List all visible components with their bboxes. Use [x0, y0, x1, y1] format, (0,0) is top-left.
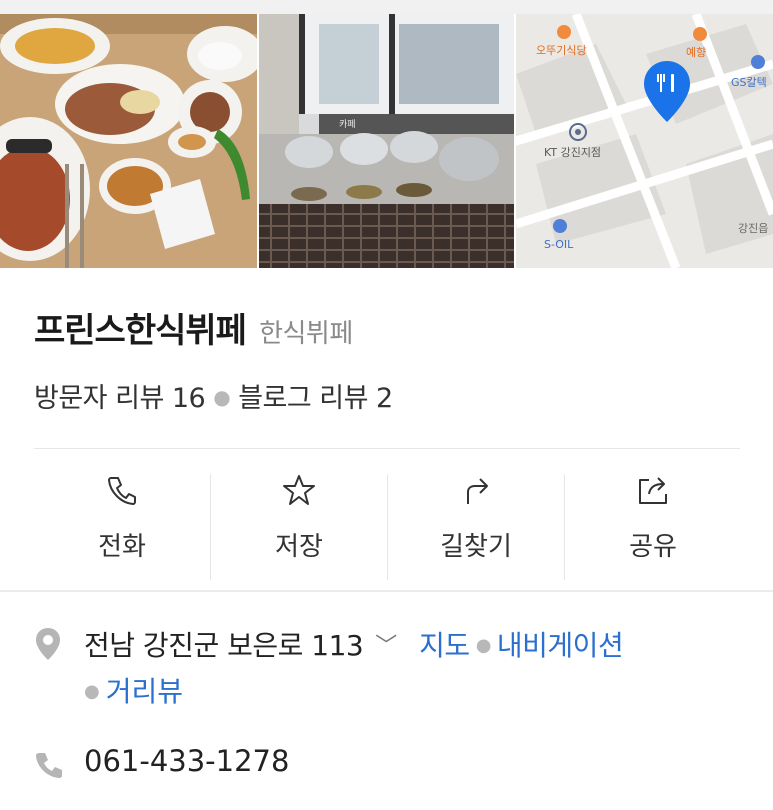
- directions-icon: [467, 478, 488, 504]
- map-thumbnail[interactable]: 오뚜기식당 예향 GS칼텍 KT 강진지점 S-OIL 강진읍: [516, 14, 773, 268]
- map-label-gas-station-2: S-OIL: [544, 238, 574, 251]
- separator-dot: ●: [475, 635, 492, 656]
- food-photo[interactable]: [0, 14, 257, 268]
- buffet-photo[interactable]: 카페: [259, 14, 514, 268]
- address-text[interactable]: 전남 강진군 보은로 113: [84, 629, 364, 662]
- save-label: 저장: [275, 532, 323, 562]
- phone-number[interactable]: 061-433-1278: [84, 744, 289, 778]
- call-label: 전화: [98, 532, 146, 562]
- phone-icon: [108, 477, 136, 505]
- share-button[interactable]: 공유: [565, 460, 741, 588]
- photo-gallery: 카페 오뚜기식당 예향 GS칼텍 KT 강진지점 S-OIL 강진읍: [0, 14, 773, 268]
- map-label-kt: KT 강진지점: [544, 146, 601, 159]
- section-divider: [0, 590, 773, 592]
- share-icon: [639, 477, 667, 504]
- map-label-area: 강진읍: [738, 222, 768, 235]
- save-button[interactable]: 저장: [211, 460, 387, 588]
- phone-icon: [36, 753, 62, 778]
- navigation-link[interactable]: 내비게이션: [497, 629, 624, 662]
- map-label-restaurant-2: 예향: [686, 46, 706, 59]
- action-bar: 전화 저장 길찾기 공유: [34, 460, 740, 588]
- map-label-restaurant-1: 오뚜기식당: [536, 44, 587, 57]
- blog-reviews-link[interactable]: 블로그 리뷰 2: [238, 383, 393, 414]
- photo2-sign: 카페: [339, 119, 356, 130]
- place-title-row: 프린스한식뷔페 한식뷔페: [34, 303, 353, 352]
- street-view-link[interactable]: 거리뷰: [106, 675, 183, 708]
- address-line: 전남 강진군 보은로 113 ﹀ 지도 ● 내비게이션: [84, 624, 624, 664]
- place-name: 프린스한식뷔페: [34, 311, 247, 351]
- visitor-reviews-link[interactable]: 방문자 리뷰 16: [34, 383, 206, 414]
- map-link[interactable]: 지도: [419, 629, 470, 662]
- separator-dot: ●: [84, 681, 100, 702]
- place-category: 한식뷔페: [259, 319, 353, 349]
- map-label-gas-station-1: GS칼텍: [731, 76, 767, 89]
- divider: [34, 448, 740, 449]
- status-strip: [0, 0, 773, 14]
- directions-button[interactable]: 길찾기: [388, 460, 564, 588]
- address-line-2: ● 거리뷰: [84, 670, 183, 710]
- share-label: 공유: [629, 532, 677, 562]
- call-button[interactable]: 전화: [34, 460, 210, 588]
- separator-dot: ●: [213, 385, 231, 409]
- directions-label: 길찾기: [440, 532, 512, 562]
- review-summary: 방문자 리뷰 16 ● 블로그 리뷰 2: [34, 376, 393, 415]
- star-icon: [283, 475, 315, 505]
- location-pin-icon: [36, 628, 60, 660]
- chevron-down-icon[interactable]: ﹀: [375, 628, 397, 660]
